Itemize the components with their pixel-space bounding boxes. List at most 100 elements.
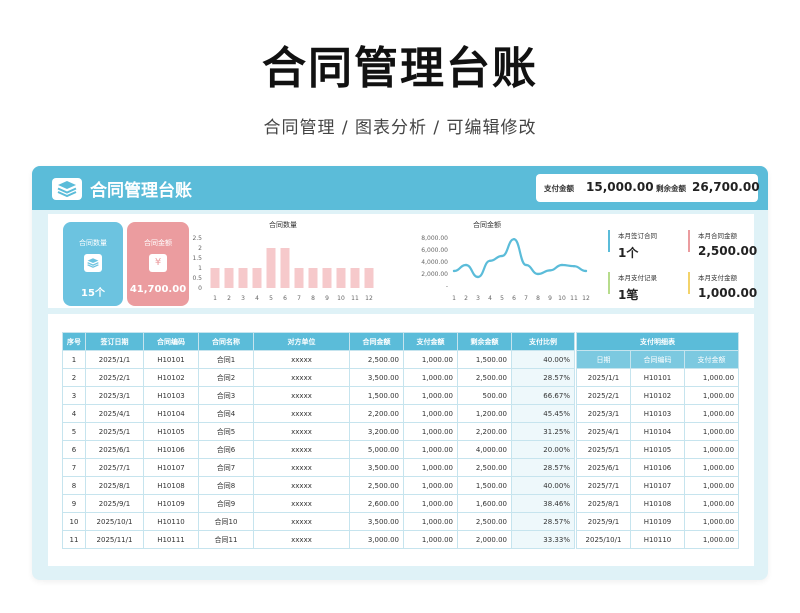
table-cell[interactable]: 3,000.00 [349, 530, 404, 549]
table-cell[interactable]: 3,500.00 [349, 512, 404, 531]
table-cell[interactable]: 2025/8/1 [576, 494, 631, 513]
table-row[interactable]: 2025/9/1 H10109 1,000.00 [576, 512, 740, 531]
table-cell[interactable]: 2,500.00 [457, 512, 512, 531]
line-point-month-8[interactable] [536, 272, 540, 276]
table-cell[interactable]: 合同11 [198, 530, 254, 549]
table-cell[interactable]: 1,000.00 [683, 530, 740, 549]
column-header[interactable]: 合同金额 [349, 332, 404, 351]
line-point-month-6[interactable] [512, 238, 516, 241]
table-cell[interactable]: 合同3 [198, 386, 254, 405]
table-cell[interactable]: 1,000.00 [403, 350, 458, 369]
table-cell[interactable]: xxxxx [253, 386, 350, 405]
table-cell[interactable]: 28.57% [511, 512, 575, 531]
table-cell[interactable]: 38.46% [511, 494, 575, 513]
table-cell[interactable]: xxxxx [253, 512, 350, 531]
table-cell[interactable]: 66.67% [511, 386, 575, 405]
table-cell[interactable]: H10103 [630, 404, 685, 423]
table-cell[interactable]: 9 [62, 494, 86, 513]
table-cell[interactable]: 1,500.00 [457, 476, 512, 495]
table-cell[interactable]: H10104 [143, 404, 199, 423]
table-cell[interactable]: 2025/3/1 [85, 386, 144, 405]
kpi-contract-amount[interactable]: 合同金额 ¥ 41,700.00 [127, 222, 189, 306]
table-cell[interactable]: 合同7 [198, 458, 254, 477]
table-cell[interactable]: xxxxx [253, 422, 350, 441]
table-cell[interactable]: 40.00% [511, 350, 575, 369]
column-header[interactable]: 签订日期 [85, 332, 144, 351]
table-cell[interactable]: 8 [62, 476, 86, 495]
table-cell[interactable]: 1,000.00 [683, 476, 740, 495]
table-row[interactable]: 2025/7/1 H10107 1,000.00 [576, 476, 740, 495]
column-header[interactable]: 日期 [576, 350, 631, 369]
column-header[interactable]: 合同名称 [198, 332, 254, 351]
table-cell[interactable]: 1,000.00 [403, 422, 458, 441]
table-cell[interactable]: H10106 [143, 440, 199, 459]
table-row[interactable]: 2025/4/1 H10104 1,000.00 [576, 422, 740, 441]
column-header[interactable]: 序号 [62, 332, 86, 351]
table-cell[interactable]: 40.00% [511, 476, 575, 495]
table-cell[interactable]: xxxxx [253, 368, 350, 387]
line-point-month-2[interactable] [464, 263, 468, 267]
table-cell[interactable]: H10105 [143, 422, 199, 441]
line-point-month-10[interactable] [560, 263, 564, 267]
table-row[interactable]: 8 2025/8/1 H10108 合同8 xxxxx 2,500.00 1,000.00 1… [62, 476, 575, 495]
bar-month-4[interactable] [252, 268, 262, 288]
table-cell[interactable]: H10109 [630, 512, 685, 531]
table-cell[interactable]: 2025/10/1 [576, 530, 631, 549]
table-cell[interactable]: xxxxx [253, 458, 350, 477]
table-cell[interactable]: H10109 [143, 494, 199, 513]
table-cell[interactable]: 500.00 [457, 386, 512, 405]
table-cell[interactable]: xxxxx [253, 350, 350, 369]
table-cell[interactable]: 2025/7/1 [576, 476, 631, 495]
table-cell[interactable]: 2,200.00 [457, 422, 512, 441]
table-cell[interactable]: 1,000.00 [403, 386, 458, 405]
table-cell[interactable]: 1,500.00 [457, 350, 512, 369]
table-row[interactable]: 1 2025/1/1 H10101 合同1 xxxxx 2,500.00 1,000.00 1… [62, 350, 575, 369]
bar-month-1[interactable] [210, 268, 220, 288]
table-cell[interactable]: 2025/1/1 [576, 368, 631, 387]
table-cell[interactable]: 2025/4/1 [576, 422, 631, 441]
table-cell[interactable]: 合同10 [198, 512, 254, 531]
table-cell[interactable]: 2025/3/1 [576, 404, 631, 423]
column-header[interactable]: 支付比例 [511, 332, 575, 351]
table-cell[interactable]: 1,000.00 [683, 494, 740, 513]
bar-month-6[interactable] [280, 248, 290, 288]
table-cell[interactable]: 33.33% [511, 530, 575, 549]
bar-month-3[interactable] [238, 268, 248, 288]
table-cell[interactable]: H10101 [630, 368, 685, 387]
table-cell[interactable]: H10102 [630, 386, 685, 405]
line-point-month-4[interactable] [488, 259, 492, 262]
table-cell[interactable]: 45.45% [511, 404, 575, 423]
bar-month-10[interactable] [336, 268, 346, 288]
table-row[interactable]: 6 2025/6/1 H10106 合同6 xxxxx 5,000.00 1,000.00 4… [62, 440, 575, 459]
table-cell[interactable]: 2,200.00 [349, 404, 404, 423]
table-cell[interactable]: 1,000.00 [683, 368, 740, 387]
table-cell[interactable]: 2025/5/1 [85, 422, 144, 441]
table-cell[interactable]: 1,000.00 [403, 530, 458, 549]
table-row[interactable]: 4 2025/4/1 H10104 合同4 xxxxx 2,200.00 1,000.00 1… [62, 404, 575, 423]
table-cell[interactable]: 1,000.00 [683, 422, 740, 441]
table-cell[interactable]: 1,000.00 [403, 440, 458, 459]
table-cell[interactable]: H10110 [630, 530, 685, 549]
table-cell[interactable]: H10110 [143, 512, 199, 531]
table-cell[interactable]: 2,500.00 [349, 476, 404, 495]
column-header[interactable]: 支付金额 [683, 350, 740, 369]
table-cell[interactable]: H10107 [630, 476, 685, 495]
table-cell[interactable]: 5 [62, 422, 86, 441]
table-cell[interactable]: 6 [62, 440, 86, 459]
bar-month-2[interactable] [224, 268, 234, 288]
table-cell[interactable]: 2025/1/1 [85, 350, 144, 369]
table-cell[interactable]: 31.25% [511, 422, 575, 441]
table-cell[interactable]: 2025/2/1 [576, 386, 631, 405]
table-cell[interactable]: 3,500.00 [349, 458, 404, 477]
line-point-month-7[interactable] [524, 263, 528, 267]
table-cell[interactable]: 合同1 [198, 350, 254, 369]
table-cell[interactable]: 2025/2/1 [85, 368, 144, 387]
table-cell[interactable]: 4 [62, 404, 86, 423]
table-cell[interactable]: 合同8 [198, 476, 254, 495]
bar-month-5[interactable] [266, 248, 276, 288]
table-row[interactable]: 11 2025/11/1 H10111 合同11 xxxxx 3,000.00 1,000.… [62, 530, 575, 549]
table-cell[interactable]: 1,000.00 [683, 440, 740, 459]
line-point-month-11[interactable] [572, 265, 576, 268]
table-cell[interactable]: 3 [62, 386, 86, 405]
table-cell[interactable]: 2025/4/1 [85, 404, 144, 423]
